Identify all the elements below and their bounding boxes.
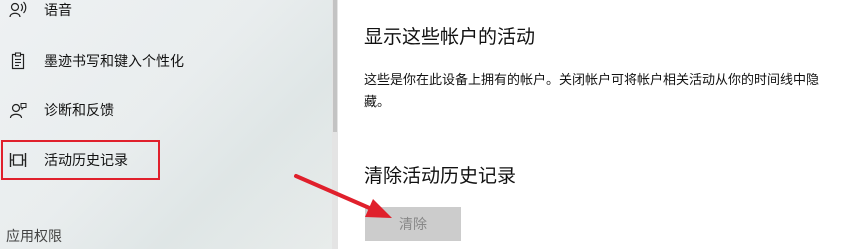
sidebar-item-speech[interactable]: 语音 [0,0,330,30]
sidebar-item-label: 诊断和反馈 [44,103,114,119]
clear-history-heading: 清除活动历史记录 [364,165,517,187]
clipboard-icon [8,51,28,71]
highlight-annotation-box [1,140,160,180]
sidebar-item-inking-typing[interactable]: 墨迹书写和键入个性化 [0,41,330,81]
main-content: 显示这些帐户的活动 这些是你在此设备上拥有的帐户。关闭帐户可将帐户相关活动从你的… [338,0,865,249]
clear-button[interactable]: 清除 [365,207,461,241]
scrollbar-thumb[interactable] [333,0,337,132]
sidebar-item-label: 墨迹书写和键入个性化 [44,54,184,70]
settings-window: 语音 墨迹书写和键入个性化 诊断和反馈 活动历史记录 应用权限 显示这些帐户的活… [0,0,865,249]
sidebar-item-diagnostics-feedback[interactable]: 诊断和反馈 [0,90,330,130]
sidebar: 语音 墨迹书写和键入个性化 诊断和反馈 活动历史记录 应用权限 [0,0,333,249]
accounts-description: 这些是你在此设备上拥有的帐户。关闭帐户可将帐户相关活动从你的时间线中隐藏。 [364,73,820,110]
speech-icon [8,0,28,20]
section-label-app-permissions: 应用权限 [6,229,62,245]
feedback-person-icon [8,100,28,120]
accounts-heading: 显示这些帐户的活动 [364,26,536,48]
sidebar-item-label: 语音 [44,3,72,19]
